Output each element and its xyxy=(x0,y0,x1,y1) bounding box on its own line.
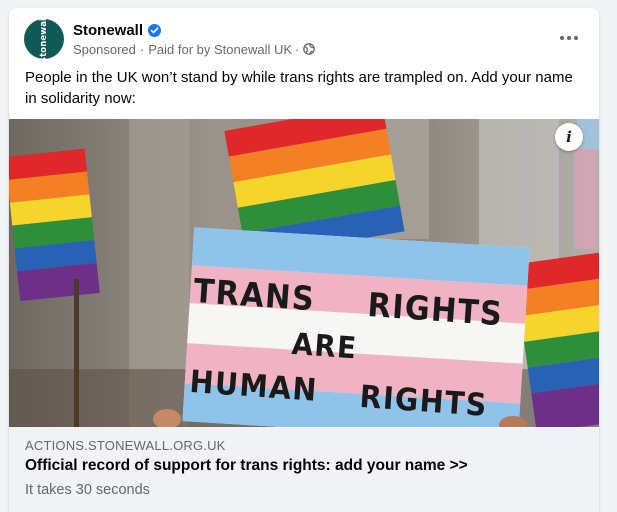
link-domain: ACTIONS.STONEWALL.ORG.UK xyxy=(25,438,226,453)
rainbow-flag-left xyxy=(9,148,100,302)
verified-badge-icon xyxy=(148,23,162,37)
sign-text-are: ARE xyxy=(290,327,359,367)
post-header: Stonewall Stonewall Sponsored · Paid for… xyxy=(9,8,599,70)
page-avatar[interactable]: Stonewall xyxy=(24,19,64,59)
paid-for-disclaimer[interactable]: Paid for by Stonewall UK xyxy=(148,42,292,57)
ad-post-card: Stonewall Stonewall Sponsored · Paid for… xyxy=(9,8,599,512)
meta-separator: · xyxy=(295,41,300,57)
globe-icon[interactable] xyxy=(303,43,316,55)
meta-separator: · xyxy=(139,41,145,57)
page-name-link[interactable]: Stonewall xyxy=(73,22,143,39)
link-preview[interactable]: ACTIONS.STONEWALL.ORG.UK Official record… xyxy=(9,427,599,512)
ad-image[interactable]: TRANS RIGHTS ARE HUMAN RIGHTS i xyxy=(9,119,599,427)
post-text: People in the UK won’t stand by while tr… xyxy=(25,69,573,107)
more-options-icon[interactable] xyxy=(555,26,583,50)
avatar-logo-text: Stonewall xyxy=(39,19,49,59)
link-headline[interactable]: Official record of support for trans rig… xyxy=(25,457,468,475)
post-meta: Sponsored · Paid for by Stonewall UK · xyxy=(73,41,316,57)
link-description: It takes 30 seconds xyxy=(25,482,150,498)
sponsored-label[interactable]: Sponsored xyxy=(73,42,136,57)
info-icon[interactable]: i xyxy=(555,123,583,151)
page-name-row: Stonewall xyxy=(73,20,162,40)
